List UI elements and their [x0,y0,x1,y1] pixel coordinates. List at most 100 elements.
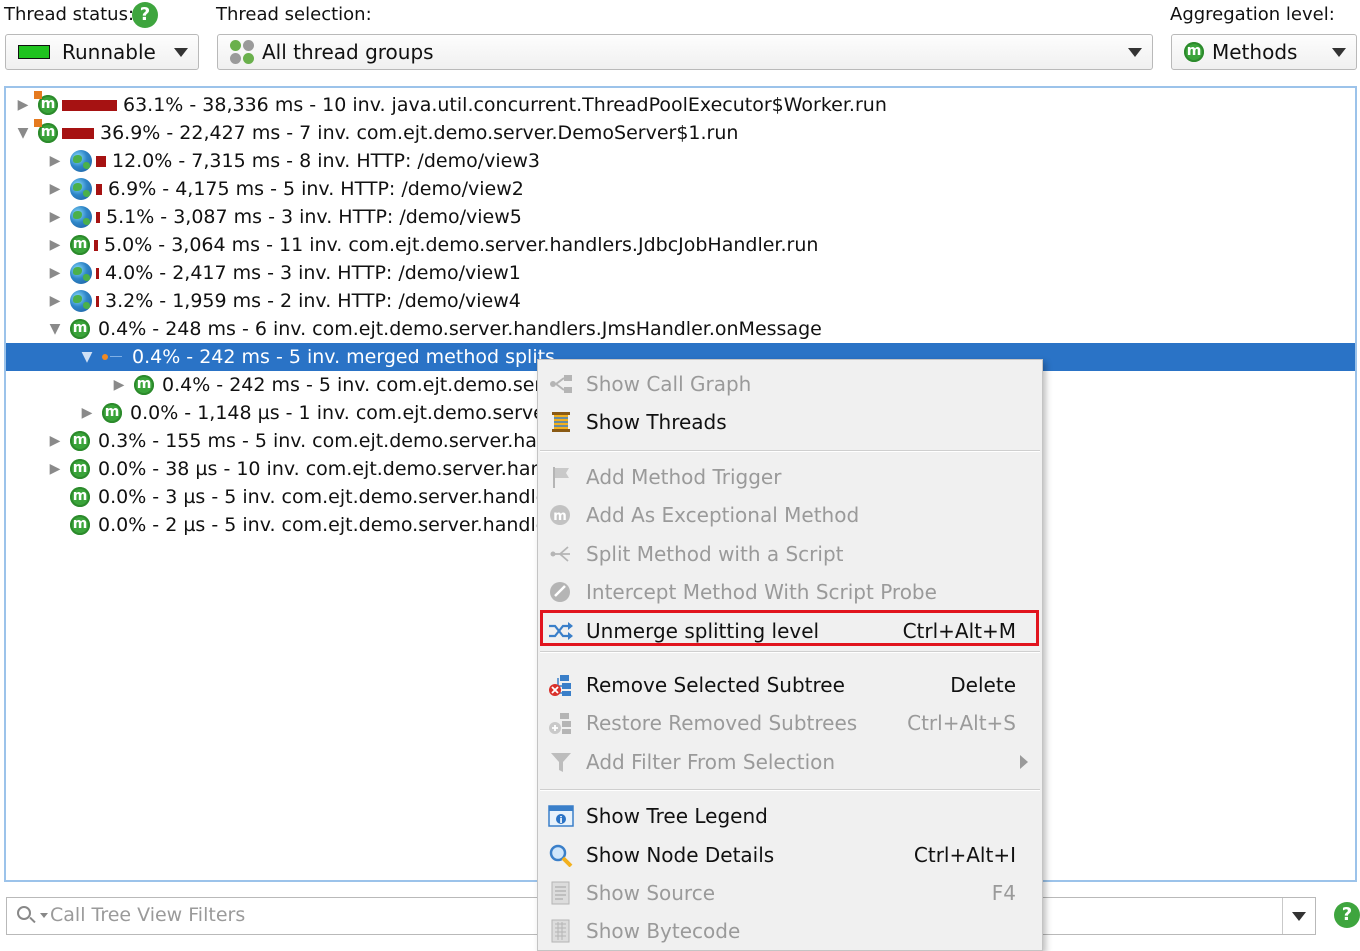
menu-item-remove-selected-subtree[interactable]: Remove Selected Subtree Delete [538,667,1042,703]
probe-icon [548,580,574,604]
method-icon: m [34,91,58,115]
thread-status-help-icon[interactable]: ? [132,2,158,28]
tree-row[interactable]: ▶ 3.2% - 1,959 ms - 2 inv. HTTP: /demo/vi… [6,287,1355,315]
menu-item-label: Show Bytecode [586,919,741,943]
collapse-arrow-icon[interactable]: ▼ [48,321,62,337]
expand-arrow-icon[interactable]: ▶ [48,153,62,169]
expand-arrow-icon[interactable]: ▶ [48,181,62,197]
expand-arrow-icon[interactable]: ▶ [48,293,62,309]
globe-icon [70,150,92,172]
tree-row[interactable]: ▶ 12.0% - 7,315 ms - 8 inv. HTTP: /demo/v… [6,147,1355,175]
search-icon-handle [29,916,36,924]
thread-selection-value: All thread groups [262,40,434,64]
tree-row-label: 0.0% - 1,148 µs - 1 inv. com.ejt.demo.se… [130,402,545,424]
expand-arrow-icon[interactable]: ▶ [112,377,126,393]
tree-row[interactable]: ▶ m 63.1% - 38,336 ms - 10 inv. java.util.… [6,91,1355,119]
bytecode-icon [548,919,574,943]
percentage-bar [94,239,98,251]
expand-arrow-icon[interactable]: ▶ [48,209,62,225]
tree-row-label: 0.0% - 2 µs - 5 inv. com.ejt.demo.server… [98,514,548,536]
menu-item-intercept-method-with-script-probe[interactable]: Intercept Method With Script Probe [538,574,1042,610]
menu-item-label: Show Node Details [586,843,775,867]
menu-item-label: Show Source [586,881,716,905]
node-details-icon [548,843,574,868]
tree-row-label: 0.0% - 38 µs - 10 inv. com.ejt.demo.serv… [98,458,543,480]
percentage-bar [96,211,100,223]
menu-item-split-method-with-a-script[interactable]: Split Method with a Script [538,536,1042,572]
expand-arrow-icon[interactable]: ▶ [48,265,62,281]
menu-item-add-method-trigger[interactable]: Add Method Trigger [538,459,1042,495]
menu-item-shortcut: Ctrl+Alt+I [913,843,1016,867]
expand-arrow-icon[interactable]: ▶ [48,461,62,477]
percentage-bar [96,183,102,195]
menu-item-show-source[interactable]: Show Source F4 [538,875,1042,911]
tree-row-label: 5.1% - 3,087 ms - 3 inv. HTTP: /demo/vie… [106,206,522,228]
flag-icon [548,465,574,489]
filter-help-icon[interactable]: ? [1334,902,1360,928]
tree-row[interactable]: ▶ m 5.0% - 3,064 ms - 11 inv. com.ejt.demo… [6,231,1355,259]
tree-row[interactable]: ▶ 4.0% - 2,417 ms - 3 inv. HTTP: /demo/vi… [6,259,1355,287]
expand-arrow-icon[interactable]: ▶ [48,433,62,449]
thread-selection-dropdown[interactable]: All thread groups [217,34,1153,70]
tree-row-label: 0.4% - 248 ms - 6 inv. com.ejt.demo.serv… [98,318,822,340]
tree-row-label: 5.0% - 3,064 ms - 11 inv. com.ejt.demo.s… [104,234,819,256]
expand-arrow-icon[interactable]: ▶ [48,237,62,253]
method-icon: m [70,459,90,479]
menu-item-add-filter-from-selection[interactable]: Add Filter From Selection [538,744,1042,780]
tree-row-label: 6.9% - 4,175 ms - 5 inv. HTTP: /demo/vie… [108,178,524,200]
thread-status-dropdown[interactable]: Runnable [5,34,199,70]
collapse-arrow-icon[interactable]: ▼ [80,349,94,365]
tree-row-label: 3.2% - 1,959 ms - 2 inv. HTTP: /demo/vie… [105,290,521,312]
menu-separator [540,450,1040,452]
menu-item-show-tree-legend[interactable]: i Show Tree Legend [538,798,1042,834]
tree-row-label: 0.0% - 3 µs - 5 inv. com.ejt.demo.server… [98,486,548,508]
tree-row-label: 0.4% - 242 ms - 5 inv. com.ejt.demo.ser [162,374,543,396]
method-icon: m [134,375,154,395]
method-icon: m [70,431,90,451]
submenu-arrow-icon [1020,755,1028,769]
method-icon: m [102,403,122,423]
menu-item-label: Restore Removed Subtrees [586,711,858,735]
menu-item-add-as-exceptional-method[interactable]: m Add As Exceptional Method [538,497,1042,533]
menu-item-label: Show Tree Legend [586,804,768,828]
method-icon: m [1184,42,1204,62]
percentage-bar [96,267,99,279]
source-icon [548,881,574,905]
menu-item-show-node-details[interactable]: Show Node Details Ctrl+Alt+I [538,837,1042,873]
tree-row[interactable]: ▶ 6.9% - 4,175 ms - 5 inv. HTTP: /demo/vi… [6,175,1355,203]
threads-icon [548,410,574,434]
tree-row[interactable]: ▼ m 36.9% - 22,427 ms - 7 inv. com.ejt.dem… [6,119,1355,147]
restore-subtree-icon [548,711,574,735]
filter-icon [548,750,574,774]
method-icon: m [70,515,90,535]
menu-item-show-call-graph[interactable]: Show Call Graph [538,366,1042,402]
percentage-bar [96,295,99,307]
menu-item-label: Split Method with a Script [586,542,844,566]
context-menu: Show Call Graph Show Threads Add Method Tr… [537,359,1043,951]
split-script-icon [548,542,574,566]
unmerge-highlight-box [540,610,1039,646]
menu-item-shortcut: Delete [950,673,1016,697]
aggregation-level-label: Aggregation level: [1170,4,1335,25]
thread-status-value: Runnable [62,40,156,64]
tree-row[interactable]: ▶ 5.1% - 3,087 ms - 3 inv. HTTP: /demo/vi… [6,203,1355,231]
thread-selection-label: Thread selection: [216,4,372,25]
menu-item-shortcut: F4 [991,881,1016,905]
expand-arrow-icon[interactable]: ▶ [80,405,94,421]
expand-arrow-icon[interactable]: ▶ [16,97,30,113]
method-icon: m [70,235,90,255]
collapse-arrow-icon[interactable]: ▼ [16,125,30,141]
menu-item-restore-removed-subtrees[interactable]: Restore Removed Subtrees Ctrl+Alt+S [538,705,1042,741]
tree-row[interactable]: ▼ m 0.4% - 248 ms - 6 inv. com.ejt.demo.se… [6,315,1355,343]
menu-item-label: Show Threads [586,410,727,434]
tree-row-label: 0.3% - 155 ms - 5 inv. com.ejt.demo.serv… [98,430,545,452]
menu-item-label: Add As Exceptional Method [586,503,860,527]
aggregation-level-dropdown[interactable]: m Methods [1171,34,1357,70]
svg-text:i: i [559,816,562,826]
method-icon: m [34,119,58,143]
menu-item-show-bytecode[interactable]: Show Bytecode [538,913,1042,949]
thread-status-label: Thread status: [4,4,135,25]
search-options-chevron-icon[interactable] [40,913,48,918]
menu-item-label: Add Method Trigger [586,465,782,489]
menu-item-show-threads[interactable]: Show Threads [538,404,1042,440]
